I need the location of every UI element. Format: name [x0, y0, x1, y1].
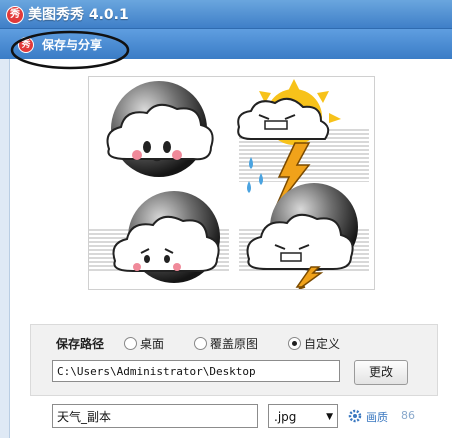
annotation-ellipse [10, 30, 130, 70]
radio-desktop[interactable] [124, 337, 137, 350]
save-path-label: 保存路径 [56, 337, 105, 351]
gear-icon[interactable] [348, 409, 362, 423]
save-path-input[interactable]: C:\Users\Administrator\Desktop [52, 360, 340, 382]
file-name-input[interactable]: 天气_副本 [52, 404, 258, 428]
format-select[interactable]: .jpg ▼ [268, 404, 338, 428]
change-path-button[interactable]: 更改 [354, 360, 408, 385]
radio-desktop-label[interactable]: 桌面 [140, 335, 164, 352]
left-sidebar-strip [0, 59, 10, 438]
app-logo-icon: 秀 [6, 6, 24, 24]
radio-overwrite[interactable] [194, 337, 207, 350]
radio-custom[interactable] [288, 337, 301, 350]
quality-value: 86 [401, 409, 415, 422]
image-preview [88, 76, 375, 290]
radio-custom-label[interactable]: 自定义 [304, 335, 340, 352]
quality-label[interactable]: 画质 [366, 409, 388, 425]
format-select-value: .jpg [274, 410, 297, 424]
app-title: 美图秀秀 4.0.1 [28, 7, 129, 23]
radio-overwrite-label[interactable]: 覆盖原图 [210, 335, 258, 352]
chevron-down-icon: ▼ [326, 412, 333, 422]
